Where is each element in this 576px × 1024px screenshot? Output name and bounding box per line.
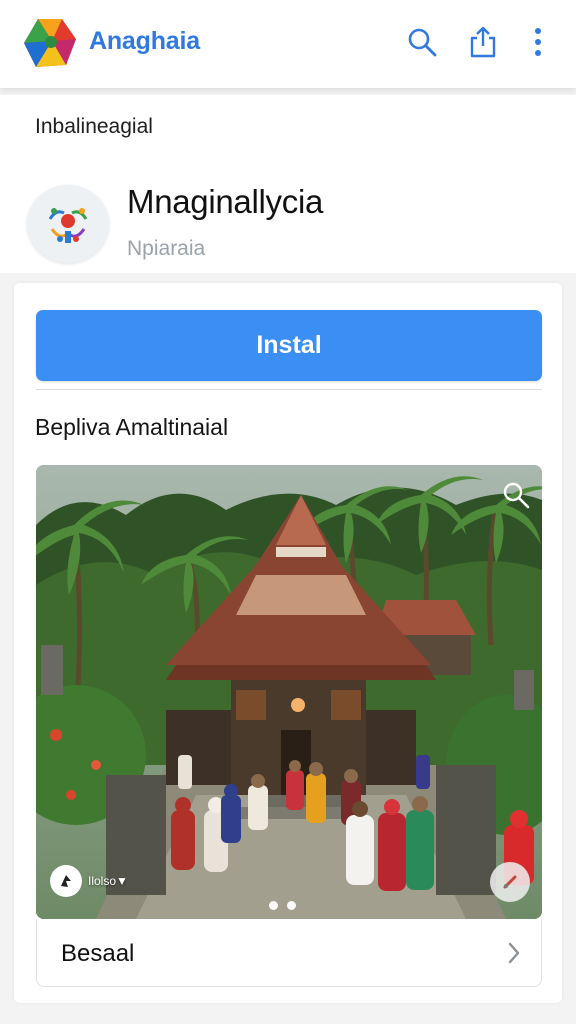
section-title: Bepliva Amaltinaial	[35, 414, 229, 440]
screenshot-carousel[interactable]: Ilolso▼	[36, 465, 542, 919]
share-icon[interactable]	[463, 22, 503, 62]
app-title: Anaghaia	[89, 27, 200, 55]
carousel-dot[interactable]	[269, 901, 278, 910]
details-card: Instal Bepliva Amaltinaial Ilolso▼ Besaa…	[14, 283, 562, 1003]
chevron-right-icon	[507, 941, 521, 970]
logo-icon[interactable]	[22, 17, 78, 69]
see-more-label: Besaal	[61, 940, 135, 967]
carousel-dots[interactable]	[269, 901, 296, 910]
carousel-dot[interactable]	[287, 901, 296, 910]
search-icon[interactable]	[402, 22, 442, 62]
badge-icon	[50, 865, 82, 897]
app-header: Inbalineagial Mnaginallycia Npiaraia	[0, 95, 576, 273]
developer-name[interactable]: Npiaraia	[127, 237, 205, 261]
edit-icon[interactable]	[490, 862, 530, 902]
divider	[36, 389, 542, 390]
app-bar: Anaghaia	[0, 0, 576, 88]
app-name: Mnaginallycia	[127, 183, 324, 220]
temple-photo	[36, 465, 542, 919]
app-icon	[27, 185, 109, 263]
badge-label: Ilolso▼	[88, 874, 128, 888]
zoom-icon[interactable]	[498, 477, 534, 513]
more-vert-icon[interactable]	[518, 22, 558, 62]
media-badge[interactable]: Ilolso▼	[50, 865, 138, 897]
see-more-row[interactable]: Besaal	[36, 919, 542, 987]
category-label: Inbalineagial	[35, 115, 153, 138]
install-button[interactable]: Instal	[36, 310, 542, 381]
